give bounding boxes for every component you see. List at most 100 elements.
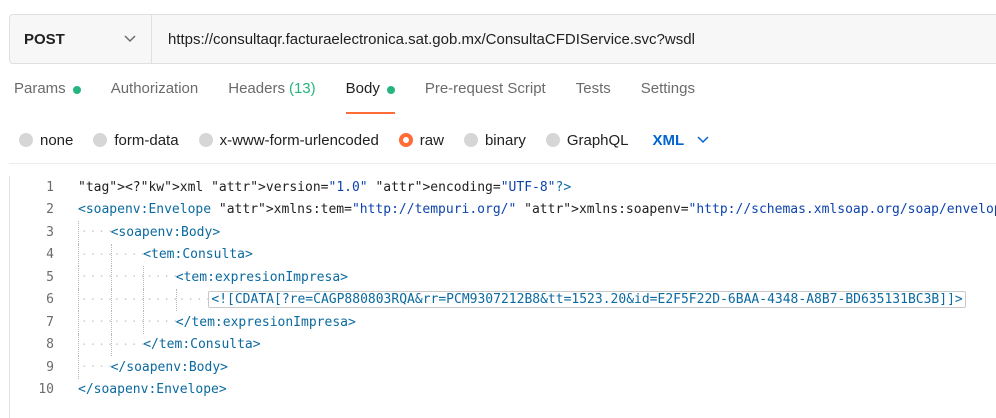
indent-guide bbox=[175, 288, 209, 312]
code-line[interactable]: 2 <soapenv:Envelope "attr">xmlns:tem="htt… bbox=[10, 199, 996, 222]
tab-params-label: Params bbox=[14, 80, 66, 97]
code-content: </tem:Consulta> bbox=[78, 333, 261, 357]
code-content: </tem:expresionImpresa> bbox=[78, 311, 356, 334]
language-label: XML bbox=[652, 131, 685, 149]
code-text: "tag"><?"kw">xml "attr">version="1.0" "a… bbox=[78, 179, 572, 195]
params-status-dot bbox=[72, 86, 81, 94]
tab-pre-request-script[interactable]: Pre-request Script bbox=[425, 80, 546, 114]
body-status-dot bbox=[386, 86, 395, 94]
section-divider bbox=[9, 163, 996, 164]
code-editor[interactable]: 1 "tag"><?"kw">xml "attr">version="1.0" "… bbox=[9, 176, 996, 418]
indent-guide bbox=[78, 333, 111, 357]
indent-guide bbox=[110, 266, 144, 289]
tab-authorization-label: Authorization bbox=[110, 80, 199, 97]
tab-settings-label: Settings bbox=[640, 80, 695, 97]
tab-body[interactable]: Body bbox=[345, 80, 396, 114]
code-content: <![CDATA[?re=CAGP880803RQA&rr=PCM9307212… bbox=[78, 288, 966, 312]
code-text: <![CDATA[?re=CAGP880803RQA&rr=PCM9307212… bbox=[208, 291, 966, 309]
tab-tests[interactable]: Tests bbox=[576, 80, 611, 114]
indent-guide bbox=[78, 221, 111, 244]
radio-none[interactable] bbox=[19, 133, 33, 147]
body-type-none[interactable]: none bbox=[19, 132, 73, 149]
code-content: <tem:expresionImpresa> bbox=[78, 266, 348, 289]
indent-guide bbox=[78, 243, 111, 267]
indent-guide bbox=[110, 311, 144, 334]
indent-guide bbox=[78, 311, 111, 334]
code-line[interactable]: 5 <tem:expresionImpresa> bbox=[10, 266, 996, 289]
chevron-down-icon bbox=[696, 133, 710, 147]
method-label: POST bbox=[24, 30, 65, 48]
code-content: <tem:Consulta> bbox=[78, 243, 253, 267]
body-type-binary[interactable]: binary bbox=[463, 131, 526, 149]
body-type-raw[interactable]: raw bbox=[398, 131, 444, 149]
code-content: </soapenv:Body> bbox=[78, 356, 228, 379]
code-line[interactable]: 3 <soapenv:Body> bbox=[10, 221, 996, 244]
code-text: </tem:expresionImpresa> bbox=[175, 314, 356, 330]
code-line[interactable]: 10 </soapenv:Envelope> bbox=[10, 379, 996, 402]
radio-graphql[interactable] bbox=[545, 133, 560, 147]
tab-tests-label: Tests bbox=[575, 80, 611, 97]
line-number: 8 bbox=[46, 337, 54, 353]
radio-binary[interactable] bbox=[463, 133, 478, 147]
request-tabs: Params Authorization Headers (13) Body P… bbox=[14, 80, 725, 114]
line-number: 2 bbox=[46, 202, 54, 218]
line-number: 3 bbox=[46, 224, 54, 240]
method-select[interactable]: POST bbox=[10, 15, 152, 63]
code-text: <tem:expresionImpresa> bbox=[175, 269, 348, 285]
code-text: <tem:Consulta> bbox=[143, 247, 253, 263]
tab-body-label: Body bbox=[345, 80, 380, 97]
body-type-urlencoded[interactable]: x-www-form-urlencoded bbox=[198, 131, 379, 149]
line-number: 10 bbox=[38, 382, 54, 398]
line-number: 9 bbox=[46, 359, 54, 375]
code-line[interactable]: 7 </tem:expresionImpresa> bbox=[10, 311, 996, 334]
body-type-form-data[interactable]: form-data bbox=[93, 131, 179, 149]
indent-guide bbox=[110, 243, 144, 267]
indent-guide bbox=[78, 288, 111, 312]
tab-authorization[interactable]: Authorization bbox=[111, 80, 199, 114]
indent-guide bbox=[143, 311, 176, 334]
code-line[interactable]: 1 "tag"><?"kw">xml "attr">version="1.0" "… bbox=[10, 176, 996, 199]
headers-count: (13) bbox=[288, 80, 316, 97]
body-type-form-data-label: form-data bbox=[114, 131, 179, 149]
line-number: 4 bbox=[46, 247, 54, 263]
code-line[interactable]: 9 </soapenv:Body> bbox=[10, 356, 996, 379]
code-line[interactable]: 6 <![CDATA[?re=CAGP880803RQA&rr=PCM930721… bbox=[10, 288, 996, 312]
indent-guide bbox=[78, 266, 111, 289]
url-input[interactable]: https://consultaqr.facturaelectronica.sa… bbox=[152, 15, 996, 63]
code-content: "tag"><?"kw">xml "attr">version="1.0" "a… bbox=[78, 176, 571, 199]
body-type-graphql-label: GraphQL bbox=[566, 131, 629, 149]
line-number: 1 bbox=[46, 179, 54, 195]
line-number: 7 bbox=[46, 314, 54, 330]
chevron-down-icon bbox=[123, 32, 137, 46]
body-type-raw-label: raw bbox=[419, 131, 444, 149]
body-type-selector: none form-data x-www-form-urlencoded raw… bbox=[19, 130, 710, 150]
radio-raw[interactable] bbox=[398, 133, 413, 147]
indent-guide bbox=[78, 356, 111, 379]
code-text: <soapenv:Envelope "attr">xmlns:tem="http… bbox=[78, 202, 996, 218]
code-line[interactable]: 8 </tem:Consulta> bbox=[10, 333, 996, 357]
body-type-graphql[interactable]: GraphQL bbox=[545, 131, 629, 149]
indent-guide bbox=[110, 288, 144, 312]
code-text: <soapenv:Body> bbox=[110, 224, 221, 240]
radio-form-data[interactable] bbox=[93, 133, 108, 147]
tab-headers-label: Headers bbox=[228, 80, 285, 97]
code-content: <soapenv:Envelope "attr">xmlns:tem="http… bbox=[78, 199, 996, 222]
radio-urlencoded[interactable] bbox=[198, 133, 213, 147]
code-line[interactable]: 4 <tem:Consulta> bbox=[10, 243, 996, 267]
code-content: <soapenv:Body> bbox=[78, 221, 220, 244]
indent-guide bbox=[143, 266, 176, 289]
body-type-urlencoded-label: x-www-form-urlencoded bbox=[219, 131, 379, 149]
code-text: </soapenv:Envelope> bbox=[78, 382, 227, 398]
tab-settings[interactable]: Settings bbox=[641, 80, 695, 114]
language-select[interactable]: XML bbox=[653, 132, 711, 149]
code-content: </soapenv:Envelope> bbox=[78, 379, 227, 402]
request-url-bar: POST https://consultaqr.facturaelectroni… bbox=[9, 14, 996, 64]
code-text: </tem:Consulta> bbox=[143, 337, 261, 353]
body-type-binary-label: binary bbox=[484, 131, 526, 149]
tab-params[interactable]: Params bbox=[14, 80, 81, 114]
tab-headers[interactable]: Headers (13) bbox=[228, 80, 315, 114]
body-type-none-label: none bbox=[40, 131, 74, 149]
line-number: 5 bbox=[46, 269, 54, 285]
tab-pre-request-script-label: Pre-request Script bbox=[424, 80, 546, 97]
line-number: 6 bbox=[46, 292, 54, 308]
